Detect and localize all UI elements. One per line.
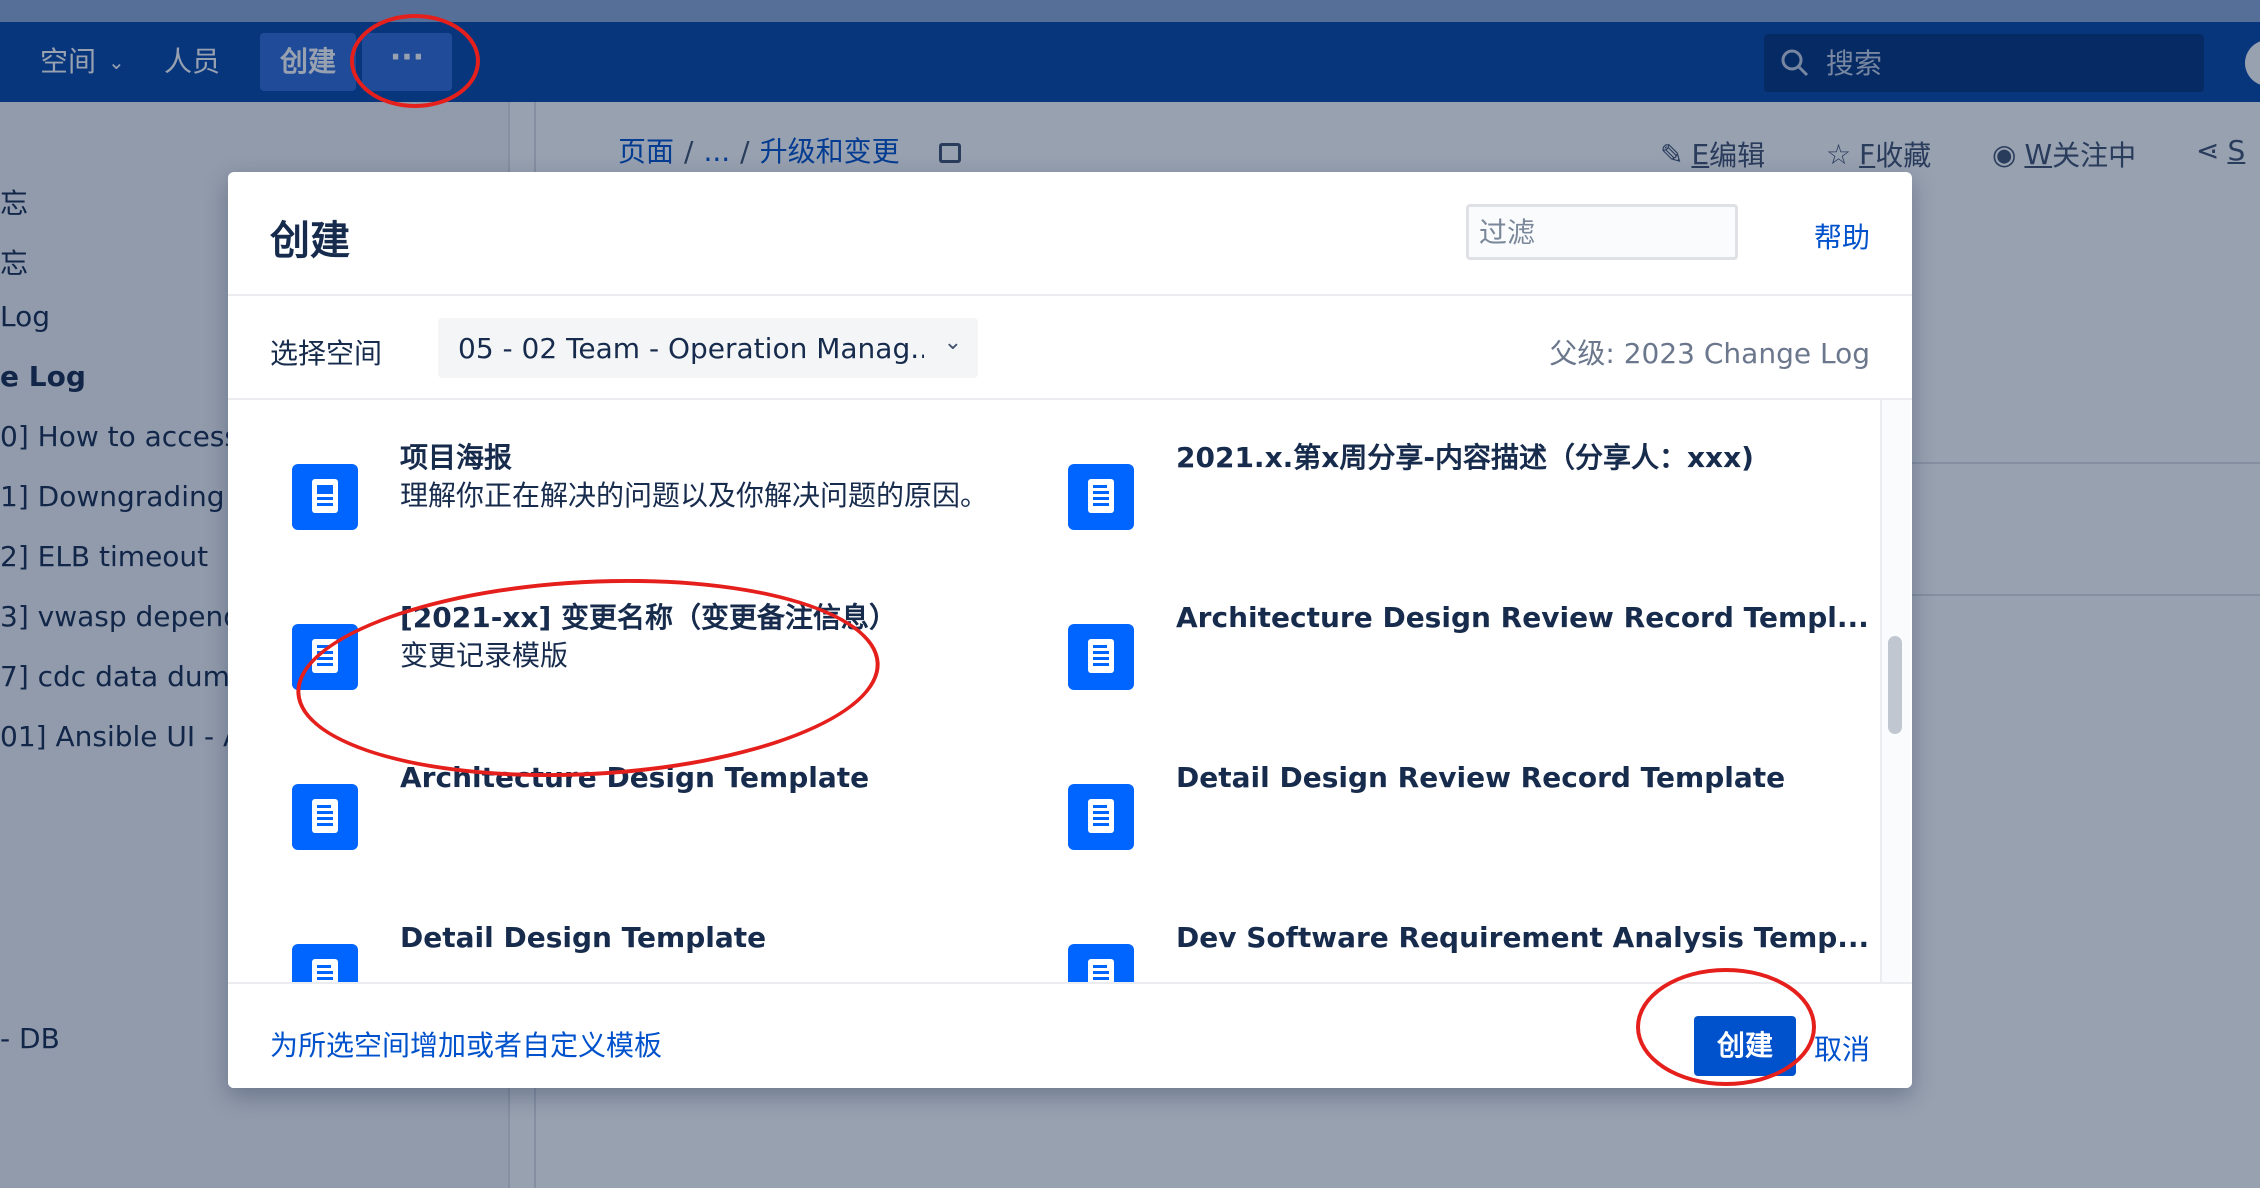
create-button[interactable]: 创建 <box>1694 1016 1796 1076</box>
template-text: Architecture Design Template <box>400 760 869 796</box>
template-text: Detail Design Template <box>400 920 766 956</box>
template-filter-input[interactable] <box>1466 204 1738 260</box>
template-item[interactable]: Architecture Design Template <box>292 760 869 850</box>
space-select-label: 选择空间 <box>270 337 383 370</box>
template-item[interactable]: Architecture Design Review Record Templ.… <box>1068 600 1869 690</box>
dialog-title: 创建 <box>270 218 350 264</box>
template-item[interactable]: Detail Design Review Record Template <box>1068 760 1785 850</box>
cancel-button[interactable]: 取消 <box>1814 1028 1870 1068</box>
page-template-icon <box>1068 944 1134 984</box>
scrollbar-thumb[interactable] <box>1888 636 1902 734</box>
page-template-icon <box>292 784 358 850</box>
template-name: Architecture Design Review Record Templ.… <box>1176 601 1869 634</box>
create-dialog: 创建 帮助 选择空间 05 - 02 Team - Operation Mana… <box>228 172 1912 1088</box>
help-link[interactable]: 帮助 <box>1814 216 1870 256</box>
template-name: 项目海报 <box>400 441 513 474</box>
customize-templates-link[interactable]: 为所选空间增加或者自定义模板 <box>270 1024 662 1064</box>
template-item[interactable]: 2021.x.第x周分享-内容描述（分享人：xxx) <box>1068 440 1754 530</box>
template-text: 2021.x.第x周分享-内容描述（分享人：xxx) <box>1176 440 1754 476</box>
chevron-down-icon: ⌄ <box>943 330 962 355</box>
template-text: [2021-xx] 变更名称（变更备注信息） 变更记录模版 <box>400 600 897 676</box>
template-name: Dev Software Requirement Analysis Temp..… <box>1176 921 1870 954</box>
dialog-divider <box>228 294 1912 296</box>
page-template-icon <box>1068 464 1134 530</box>
template-text: Detail Design Review Record Template <box>1176 760 1785 796</box>
template-description: 理解你正在解决的问题以及你解决问题的原因。 <box>400 479 989 512</box>
template-list[interactable]: Dev Software Requirement Analysis Temp..… <box>228 400 1912 984</box>
page-template-icon <box>1068 624 1134 690</box>
template-text: 项目海报理解你正在解决的问题以及你解决问题的原因。 <box>400 440 988 516</box>
poster-template-icon <box>292 464 358 530</box>
template-item[interactable]: 项目海报理解你正在解决的问题以及你解决问题的原因。 <box>292 440 988 530</box>
template-name: [2021-xx] 变更名称（变更备注信息） <box>400 601 898 634</box>
template-name: Detail Design Template <box>400 921 767 954</box>
template-name: 2021.x.第x周分享-内容描述（分享人：xxx) <box>1176 441 1754 474</box>
template-item[interactable]: [2021-xx] 变更名称（变更备注信息） 变更记录模版 <box>292 600 897 690</box>
template-name: Detail Design Review Record Template <box>1176 761 1786 794</box>
template-text: Dev Software Requirement Analysis Temp..… <box>1176 920 1869 956</box>
space-select[interactable]: 05 - 02 Team - Operation Manag... ⌄ <box>438 318 978 378</box>
template-text: Architecture Design Review Record Templ.… <box>1176 600 1869 636</box>
template-name: Architecture Design Template <box>400 761 870 794</box>
template-item[interactable]: Dev Software Requirement Analysis Temp..… <box>1068 920 1869 984</box>
template-item[interactable]: Detail Design Template <box>292 920 766 984</box>
parent-page-label: 父级: 2023 Change Log <box>1549 337 1870 370</box>
page-template-icon <box>1068 784 1134 850</box>
page-template-icon <box>292 624 358 690</box>
space-select-value: 05 - 02 Team - Operation Manag... <box>458 331 924 365</box>
dialog-footer: 为所选空间增加或者自定义模板 创建 取消 <box>228 984 1912 1088</box>
template-description: 变更记录模版 <box>400 639 569 672</box>
page-template-icon <box>292 944 358 984</box>
